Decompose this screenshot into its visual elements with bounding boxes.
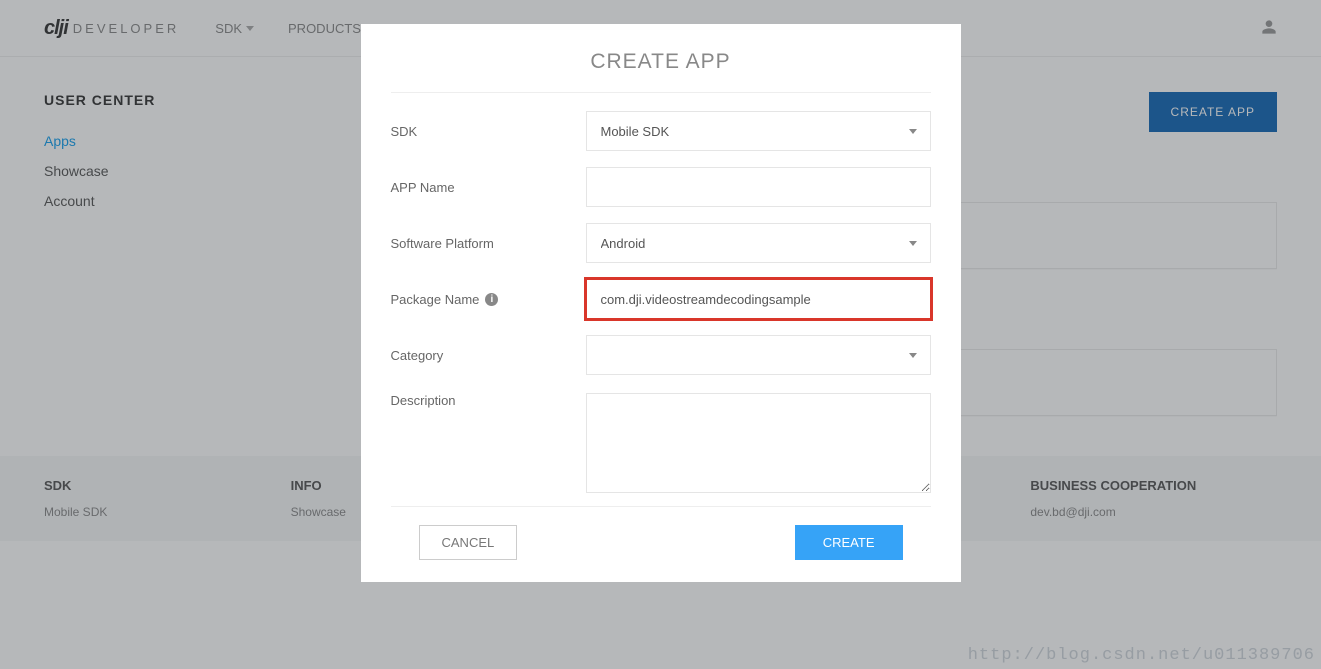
description-input[interactable] xyxy=(586,393,931,493)
create-app-modal: CREATE APP SDK Mobile SDK APP Name Softw… xyxy=(361,24,961,582)
form-row-description: Description xyxy=(391,383,931,496)
sdk-select[interactable]: Mobile SDK xyxy=(586,111,931,151)
form-row-package: Package Name i xyxy=(391,271,931,327)
watermark: http://blog.csdn.net/u011389706 xyxy=(968,646,1315,665)
form-row-platform: Software Platform Android xyxy=(391,215,931,271)
info-icon[interactable]: i xyxy=(485,293,498,306)
label-category: Category xyxy=(391,348,586,363)
label-package-text: Package Name xyxy=(391,292,480,307)
modal-overlay: CREATE APP SDK Mobile SDK APP Name Softw… xyxy=(0,0,1321,669)
form-row-category: Category xyxy=(391,327,931,383)
modal-body: SDK Mobile SDK APP Name Software Platfor… xyxy=(391,92,931,496)
form-row-sdk: SDK Mobile SDK xyxy=(391,103,931,159)
package-highlighted-wrap xyxy=(586,279,931,319)
modal-footer: CANCEL CREATE xyxy=(391,506,931,560)
label-description: Description xyxy=(391,393,586,408)
package-name-input[interactable] xyxy=(586,279,931,319)
app-name-input[interactable] xyxy=(586,167,931,207)
category-select[interactable] xyxy=(586,335,931,375)
modal-title: CREATE APP xyxy=(391,50,931,74)
label-package: Package Name i xyxy=(391,292,586,307)
form-row-appname: APP Name xyxy=(391,159,931,215)
label-appname: APP Name xyxy=(391,180,586,195)
label-platform: Software Platform xyxy=(391,236,586,251)
create-button[interactable]: CREATE xyxy=(795,525,903,560)
label-sdk: SDK xyxy=(391,124,586,139)
platform-select[interactable]: Android xyxy=(586,223,931,263)
cancel-button[interactable]: CANCEL xyxy=(419,525,518,560)
